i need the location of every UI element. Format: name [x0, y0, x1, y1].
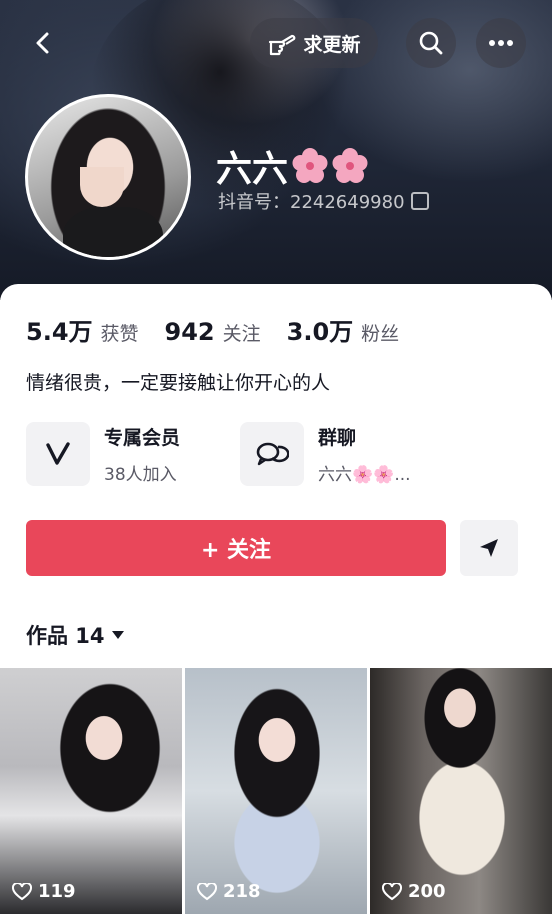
stat-followers[interactable]: 3.0万 粉丝 [287, 312, 400, 347]
like-count: 119 [12, 881, 76, 902]
group-subtitle: 六六🌸🌸... [318, 465, 411, 485]
video-thumbnail[interactable]: 200 [370, 668, 552, 914]
search-icon [419, 31, 443, 55]
chat-bubble-icon [256, 442, 289, 466]
heart-icon [12, 882, 32, 900]
douyin-id[interactable]: 抖音号：2242649980 [218, 188, 429, 214]
video-thumbnail[interactable]: 119 [0, 668, 182, 914]
back-button[interactable] [18, 18, 68, 68]
profile-name-text: 六六 [216, 149, 289, 190]
stat-number: 942 [164, 318, 215, 346]
follow-label: + 关注 [200, 538, 272, 563]
share-button[interactable] [460, 520, 518, 576]
finger-point-icon [269, 34, 296, 56]
heart-icon [197, 882, 217, 900]
request-update-button[interactable]: 求更新 [250, 18, 378, 68]
member-entry[interactable]: 专属会员 38人加入 [26, 420, 180, 488]
vip-icon-box [26, 422, 90, 486]
works-label: 作品 14 [26, 624, 105, 648]
profile-name: 六六 [216, 140, 368, 192]
stat-label: 获赞 [100, 323, 139, 345]
like-count: 200 [382, 881, 446, 902]
profile-card: 5.4万 获赞 942 关注 3.0万 粉丝 情绪很贵，一定要接触让你开心的人 … [0, 284, 552, 924]
copy-icon[interactable] [410, 192, 429, 210]
flower-icon [332, 148, 368, 183]
like-count-text: 218 [223, 881, 261, 902]
group-icon-box [240, 422, 304, 486]
follow-button[interactable]: + 关注 [26, 520, 446, 576]
stats-row: 5.4万 获赞 942 关注 3.0万 粉丝 [26, 312, 399, 347]
vip-v-icon [46, 442, 70, 465]
caret-down-icon [111, 631, 124, 639]
group-title: 群聊 [318, 427, 357, 449]
video-grid: 119 218 200 [0, 668, 552, 914]
search-button[interactable] [406, 18, 456, 68]
stat-number: 5.4万 [26, 318, 93, 346]
more-icon [489, 40, 513, 46]
request-update-label: 求更新 [303, 33, 361, 56]
stat-likes[interactable]: 5.4万 获赞 [26, 312, 139, 347]
avatar[interactable] [25, 94, 191, 260]
flower-icon [292, 148, 328, 183]
like-count-text: 119 [38, 881, 76, 902]
works-tab[interactable]: 作品 14 [26, 620, 125, 650]
group-chat-entry[interactable]: 群聊 六六🌸🌸... [240, 420, 411, 488]
stat-number: 3.0万 [286, 318, 354, 346]
like-count-text: 200 [408, 881, 446, 902]
member-count: 38人加入 [104, 465, 177, 485]
stat-label: 粉丝 [361, 323, 400, 345]
profile-cover: 求更新 六六 抖音号：2242649980 [0, 0, 552, 300]
douyin-id-text: 抖音号：2242649980 [218, 192, 405, 213]
send-icon [480, 539, 498, 557]
back-icon [36, 32, 49, 54]
stat-following[interactable]: 942 关注 [165, 318, 261, 346]
bio-text: 情绪很贵，一定要接触让你开心的人 [26, 372, 331, 394]
heart-icon [382, 882, 402, 900]
video-thumbnail[interactable]: 218 [185, 668, 367, 914]
more-button[interactable] [476, 18, 526, 68]
member-title: 专属会员 [104, 427, 181, 449]
stat-label: 关注 [222, 323, 261, 345]
like-count: 218 [197, 881, 261, 902]
